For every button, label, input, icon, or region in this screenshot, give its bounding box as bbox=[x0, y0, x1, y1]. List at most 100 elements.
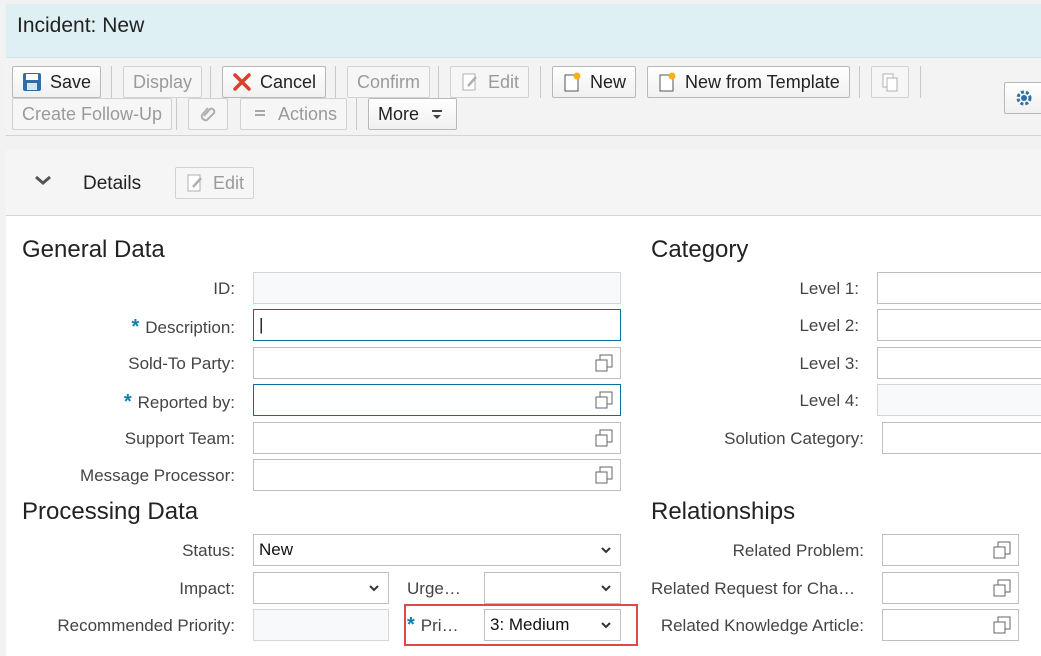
toolbar-divider bbox=[210, 66, 211, 98]
value-help-icon bbox=[993, 616, 1011, 634]
actions-label: Actions bbox=[278, 103, 338, 124]
required-asterisk: * bbox=[407, 614, 415, 636]
recommended-priority-field bbox=[253, 609, 389, 641]
actions-button[interactable]: Actions bbox=[240, 98, 348, 130]
related-problem-input[interactable] bbox=[882, 534, 1019, 566]
value-help-icon bbox=[595, 429, 613, 447]
more-label: More bbox=[378, 103, 420, 124]
value-help-icon bbox=[595, 391, 613, 409]
toolbar-divider bbox=[111, 66, 112, 98]
required-asterisk: * bbox=[123, 391, 132, 413]
chevron-down-icon bbox=[601, 585, 611, 592]
reported-by-input[interactable] bbox=[253, 384, 621, 416]
impact-label: Impact: bbox=[179, 579, 235, 598]
toolbar-divider bbox=[859, 66, 860, 98]
value-help-icon bbox=[595, 466, 613, 484]
value-help-icon bbox=[993, 579, 1011, 597]
recommended-priority-label: Recommended Priority: bbox=[57, 616, 235, 635]
status-label: Status: bbox=[182, 541, 235, 560]
impact-select[interactable] bbox=[253, 572, 389, 604]
display-label: Display bbox=[133, 71, 193, 92]
level1-input[interactable] bbox=[877, 272, 1041, 304]
level3-label: Level 3: bbox=[799, 354, 859, 373]
save-button[interactable]: Save bbox=[12, 66, 102, 98]
description-input[interactable]: | bbox=[253, 309, 621, 341]
collapse-icon[interactable] bbox=[34, 172, 52, 192]
gear-icon bbox=[1014, 88, 1034, 108]
edit-label: Edit bbox=[488, 71, 520, 92]
confirm-button[interactable]: Confirm bbox=[347, 66, 431, 98]
toolbar-divider bbox=[176, 98, 177, 130]
toolbar-divider bbox=[438, 66, 439, 98]
related-knowledge-label: Related Knowledge Article: bbox=[660, 616, 864, 635]
id-label: ID: bbox=[213, 279, 235, 298]
sold-to-label: Sold-To Party: bbox=[128, 354, 235, 373]
new-document-icon bbox=[562, 72, 582, 92]
edit-icon bbox=[185, 173, 205, 193]
reported-by-label: * Reported by: bbox=[123, 391, 235, 413]
settings-button[interactable] bbox=[1004, 82, 1041, 114]
related-knowledge-input[interactable] bbox=[882, 609, 1019, 641]
toolbar-divider bbox=[920, 66, 921, 98]
urgency-label: Urge… bbox=[407, 579, 461, 598]
toolbar-divider bbox=[335, 66, 336, 98]
confirm-label: Confirm bbox=[357, 71, 421, 92]
solution-category-label: Solution Category: bbox=[724, 429, 864, 448]
sold-to-input[interactable] bbox=[253, 347, 621, 379]
category-title: Category bbox=[651, 236, 749, 263]
paperclip-icon bbox=[198, 104, 218, 124]
cancel-button[interactable]: Cancel bbox=[222, 66, 327, 98]
create-follow-up-button[interactable]: Create Follow-Up bbox=[12, 98, 173, 130]
urgency-select[interactable] bbox=[484, 572, 621, 604]
level4-label: Level 4: bbox=[799, 391, 859, 410]
page-title: Incident: New bbox=[17, 14, 145, 37]
save-label: Save bbox=[50, 71, 92, 92]
menu-icon bbox=[250, 104, 270, 124]
new-label: New bbox=[590, 71, 627, 92]
new-button[interactable]: New bbox=[552, 66, 637, 98]
value-help-icon bbox=[993, 541, 1011, 559]
save-icon bbox=[22, 72, 42, 92]
level2-label: Level 2: bbox=[799, 316, 859, 335]
value-help-icon bbox=[595, 354, 613, 372]
message-processor-input[interactable] bbox=[253, 459, 621, 491]
close-icon bbox=[232, 72, 252, 92]
details-edit-button[interactable]: Edit bbox=[175, 167, 255, 199]
chevron-down-icon bbox=[601, 622, 611, 629]
details-edit-label: Edit bbox=[213, 172, 245, 193]
details-header bbox=[6, 150, 1041, 216]
new-from-template-button[interactable]: New from Template bbox=[647, 66, 850, 98]
cancel-label: Cancel bbox=[260, 71, 317, 92]
display-button[interactable]: Display bbox=[123, 66, 203, 98]
toolbar-divider bbox=[540, 66, 541, 98]
level2-input[interactable] bbox=[877, 309, 1041, 341]
status-select[interactable]: New bbox=[253, 534, 621, 566]
edit-button[interactable]: Edit bbox=[450, 66, 530, 98]
description-label: * Description: bbox=[131, 316, 235, 338]
attachment-button[interactable] bbox=[188, 98, 228, 130]
priority-select[interactable]: 3: Medium bbox=[484, 609, 621, 641]
id-field bbox=[253, 272, 621, 304]
new-from-template-label: New from Template bbox=[685, 71, 840, 92]
solution-category-input[interactable] bbox=[882, 422, 1041, 454]
more-button[interactable]: More bbox=[368, 98, 458, 130]
toolbar-divider bbox=[356, 98, 357, 130]
message-processor-label: Message Processor: bbox=[80, 466, 235, 485]
new-document-icon bbox=[657, 72, 677, 92]
related-problem-label: Related Problem: bbox=[732, 541, 864, 560]
chevron-down-icon bbox=[601, 547, 611, 554]
details-label: Details bbox=[83, 173, 142, 194]
related-request-input[interactable] bbox=[882, 572, 1019, 604]
required-asterisk: * bbox=[131, 316, 140, 338]
copy-button[interactable] bbox=[871, 66, 909, 98]
processing-data-title: Processing Data bbox=[22, 498, 199, 525]
support-team-label: Support Team: bbox=[124, 429, 235, 448]
level3-input[interactable] bbox=[877, 347, 1041, 379]
support-team-input[interactable] bbox=[253, 422, 621, 454]
copy-icon bbox=[880, 72, 900, 92]
level4-input[interactable] bbox=[877, 384, 1041, 416]
edit-icon bbox=[460, 72, 480, 92]
relationships-title: Relationships bbox=[651, 498, 796, 525]
title-bar bbox=[6, 4, 1041, 58]
general-data-title: General Data bbox=[22, 236, 165, 263]
